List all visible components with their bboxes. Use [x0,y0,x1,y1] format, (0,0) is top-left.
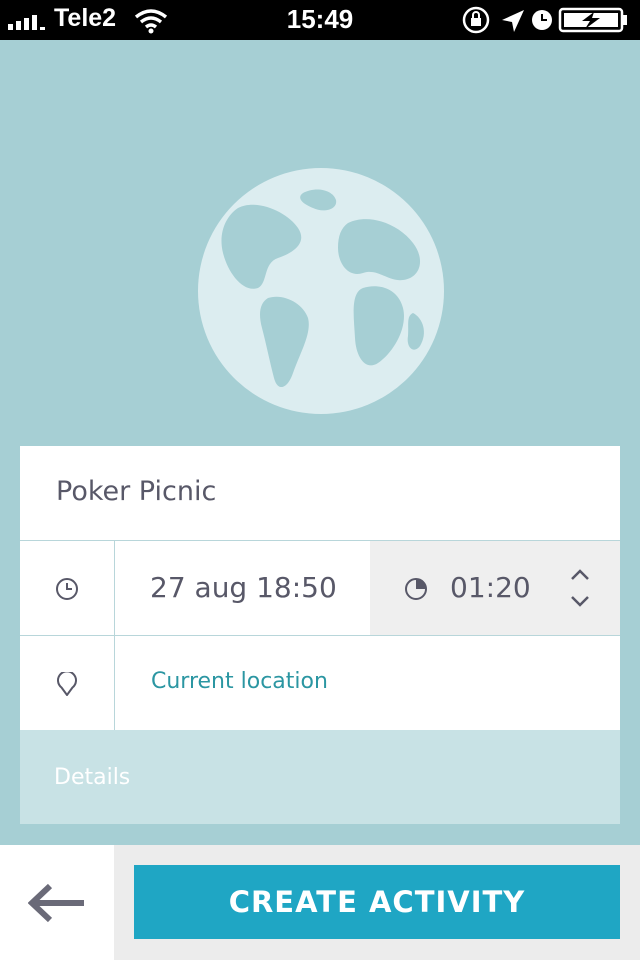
create-activity-button[interactable]: CREATE ACTIVITY [134,865,620,939]
arrow-left-icon [28,883,84,923]
map-pin-icon [57,672,77,696]
location-icon-cell [20,636,115,730]
hero-area [0,40,640,446]
location-row[interactable]: Current location [20,636,620,731]
up-down-chevron-icon[interactable] [568,567,592,609]
status-icons [462,6,627,34]
title-row[interactable]: Poker Picnic [20,446,620,541]
back-button[interactable] [0,845,114,960]
rotation-lock-icon [462,6,490,34]
datetime-icon-cell [20,541,115,635]
activity-form: Poker Picnic 27 aug 18:50 01:20 Current … [20,446,620,824]
activity-title-field[interactable]: Poker Picnic [56,476,216,507]
duration-field[interactable]: 01:20 [370,541,620,635]
clock-icon [56,578,78,600]
details-placeholder: Details [54,765,131,790]
pie-timer-icon [405,578,427,600]
battery-charging-icon [558,7,627,33]
status-bar: Tele2 15:49 [0,0,640,40]
datetime-row: 27 aug 18:50 01:20 [20,541,620,636]
bottom-action-bar: CREATE ACTIVITY [0,845,640,960]
location-arrow-icon [502,10,524,32]
alarm-clock-icon [532,10,552,30]
datetime-value[interactable]: 27 aug 18:50 [150,571,337,604]
duration-value: 01:20 [450,571,531,604]
globe-icon [198,168,444,414]
location-value[interactable]: Current location [151,669,328,694]
details-field[interactable]: Details [20,730,620,824]
